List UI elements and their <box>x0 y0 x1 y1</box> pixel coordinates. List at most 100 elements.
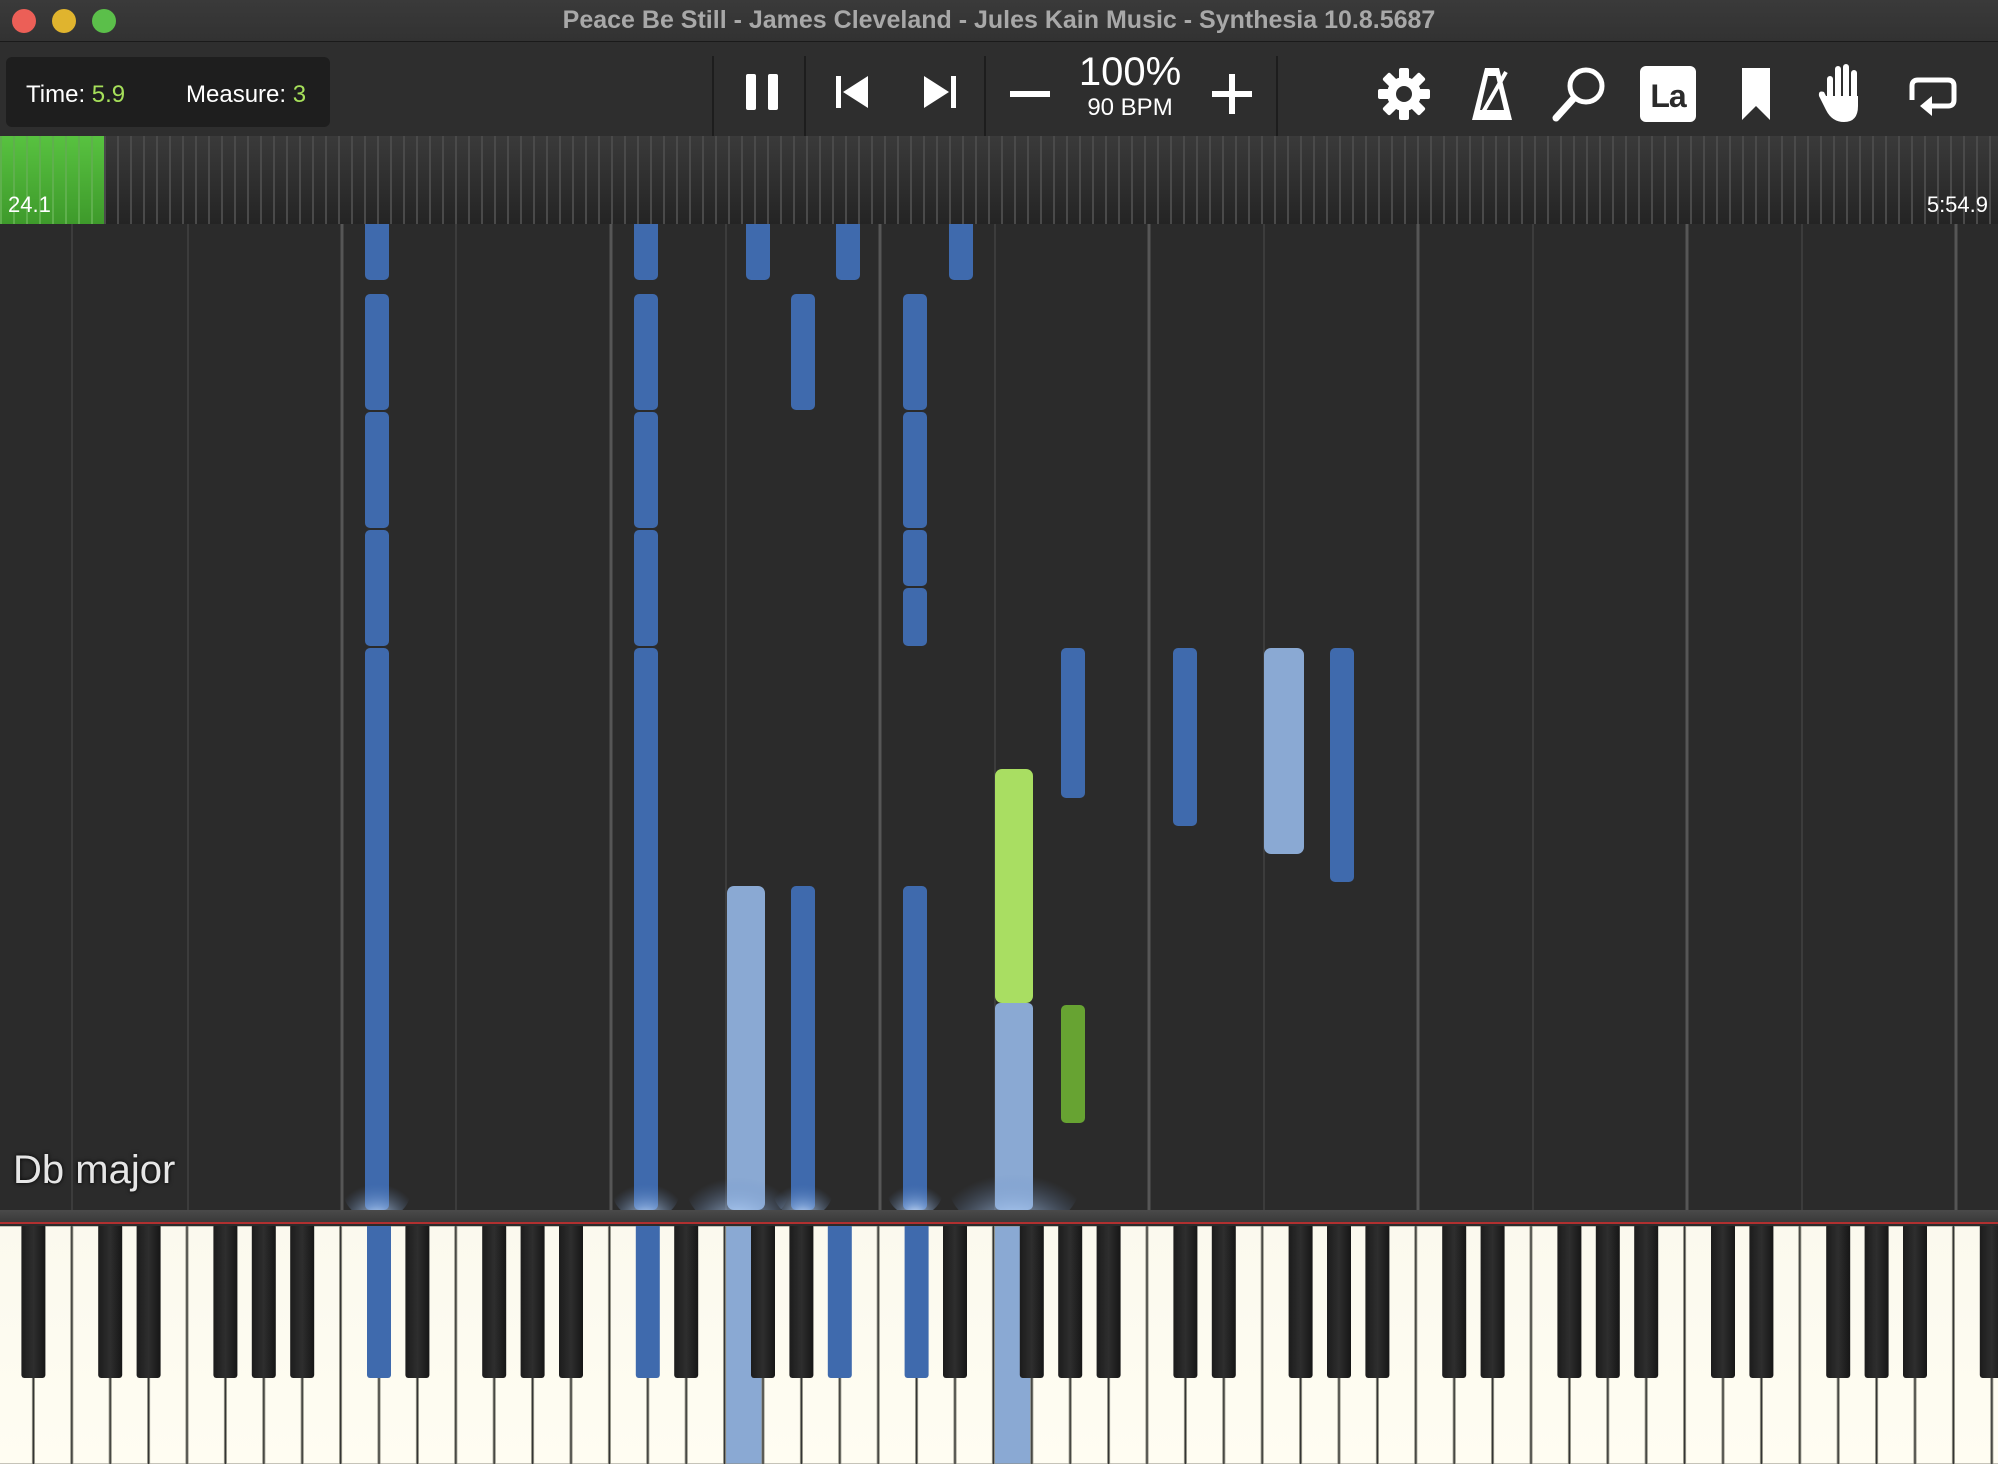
bookmark-icon[interactable] <box>1736 64 1776 124</box>
black-key[interactable] <box>290 1226 315 1378</box>
piano-keyboard <box>0 1210 1998 1464</box>
speed-percent: 100% <box>1078 50 1182 94</box>
black-key[interactable] <box>1327 1226 1351 1378</box>
black-key[interactable] <box>1288 1226 1313 1378</box>
note-bar <box>365 530 389 646</box>
black-key[interactable] <box>789 1226 814 1378</box>
black-key[interactable] <box>1096 1226 1121 1378</box>
note-label-icon[interactable]: La <box>1640 66 1696 122</box>
toolbar-divider <box>984 56 986 136</box>
black-key[interactable] <box>1365 1226 1390 1378</box>
black-key[interactable] <box>1211 1226 1236 1378</box>
note-bar <box>365 224 389 280</box>
black-key[interactable] <box>904 1226 929 1378</box>
keyboard-rail <box>0 1210 1998 1224</box>
note-bar <box>903 530 927 586</box>
black-key[interactable] <box>1749 1226 1774 1378</box>
progress-start-label: 24.1 <box>8 192 51 217</box>
magnifier-icon[interactable] <box>1550 64 1610 124</box>
note-bar <box>634 530 658 646</box>
black-key[interactable] <box>827 1226 852 1378</box>
time-field: Time: 5.9 <box>26 81 125 109</box>
measure-value: 3 <box>292 81 307 108</box>
black-key[interactable] <box>482 1226 507 1378</box>
black-key[interactable] <box>367 1226 391 1378</box>
note-bar <box>634 648 658 1210</box>
black-key[interactable] <box>213 1226 238 1378</box>
next-icon[interactable] <box>920 72 960 112</box>
black-key[interactable] <box>943 1226 967 1378</box>
note-bar <box>365 294 389 410</box>
black-key[interactable] <box>136 1226 161 1378</box>
note-bar <box>791 294 815 410</box>
falling-notes <box>365 224 1354 1210</box>
black-key[interactable] <box>21 1226 46 1378</box>
toolbar-divider <box>1276 56 1278 136</box>
black-key[interactable] <box>1480 1226 1505 1378</box>
song-duration-label: 5:54.9 <box>1926 192 1988 217</box>
black-key[interactable] <box>1711 1226 1735 1378</box>
time-value: 5.9 <box>91 81 126 108</box>
loop-icon[interactable] <box>1902 72 1960 116</box>
black-key[interactable] <box>1557 1226 1582 1378</box>
key-hit-sparkles <box>343 1136 1080 1210</box>
black-key[interactable] <box>559 1226 583 1378</box>
time-label: Time: <box>26 81 86 108</box>
note-bar <box>1173 648 1197 826</box>
gear-icon[interactable] <box>1376 66 1432 122</box>
note-waterfall <box>71 224 1958 1210</box>
falling-notes-area: Db major <box>0 224 1998 1210</box>
note-bar <box>746 224 770 280</box>
black-key[interactable] <box>1979 1226 1998 1378</box>
black-key[interactable] <box>1058 1226 1083 1378</box>
black-key[interactable] <box>751 1226 775 1378</box>
note-bar <box>365 412 389 528</box>
note-bar <box>1264 648 1304 854</box>
black-key[interactable] <box>1826 1226 1851 1378</box>
previous-icon[interactable] <box>832 72 872 112</box>
pause-icon[interactable] <box>740 70 784 114</box>
note-bar <box>836 224 860 280</box>
black-key[interactable] <box>405 1226 430 1378</box>
note-bar <box>903 294 927 410</box>
note-bar <box>1061 648 1085 798</box>
black-key[interactable] <box>1595 1226 1620 1378</box>
black-key[interactable] <box>520 1226 545 1378</box>
note-bar <box>949 224 973 280</box>
time-readout: Time: 5.9 Measure: 3 <box>6 57 330 127</box>
black-key[interactable] <box>1634 1226 1659 1378</box>
note-bar <box>365 648 389 1210</box>
black-key[interactable] <box>1903 1226 1927 1378</box>
song-progress-bar[interactable]: 24.1 5:54.9 <box>0 136 1998 224</box>
toolbar-divider <box>712 56 714 136</box>
hand-icon[interactable] <box>1818 62 1868 126</box>
note-bar <box>903 588 927 646</box>
black-key[interactable] <box>1864 1226 1889 1378</box>
toolbar-divider <box>804 56 806 136</box>
black-key[interactable] <box>674 1226 699 1378</box>
plus-icon[interactable] <box>1210 72 1254 116</box>
black-key[interactable] <box>1173 1226 1198 1378</box>
black-key[interactable] <box>98 1226 123 1378</box>
note-bar <box>791 886 815 1210</box>
piano-keys[interactable] <box>0 1226 1998 1464</box>
note-bar <box>634 412 658 528</box>
note-bar <box>903 412 927 528</box>
metronome-icon[interactable] <box>1468 64 1516 124</box>
note-bar <box>1061 1005 1085 1123</box>
note-bar <box>995 769 1033 1003</box>
toolbar: Time: 5.9 Measure: 3 100% 90 BPM La <box>0 42 1998 136</box>
note-bar <box>903 886 927 1210</box>
black-key[interactable] <box>251 1226 276 1378</box>
minus-icon[interactable] <box>1008 72 1052 116</box>
key-signature-label: Db major <box>13 1148 176 1192</box>
black-key[interactable] <box>635 1226 660 1378</box>
window-title: Peace Be Still - James Cleveland - Jules… <box>562 6 1436 34</box>
note-bar <box>1330 648 1354 882</box>
bpm-readout: 90 BPM <box>1087 94 1173 121</box>
black-key[interactable] <box>1442 1226 1467 1378</box>
black-key[interactable] <box>1019 1226 1044 1378</box>
measure-label: Measure: <box>186 81 287 108</box>
note-bar <box>634 224 658 280</box>
measure-field: Measure: 3 <box>186 81 306 109</box>
